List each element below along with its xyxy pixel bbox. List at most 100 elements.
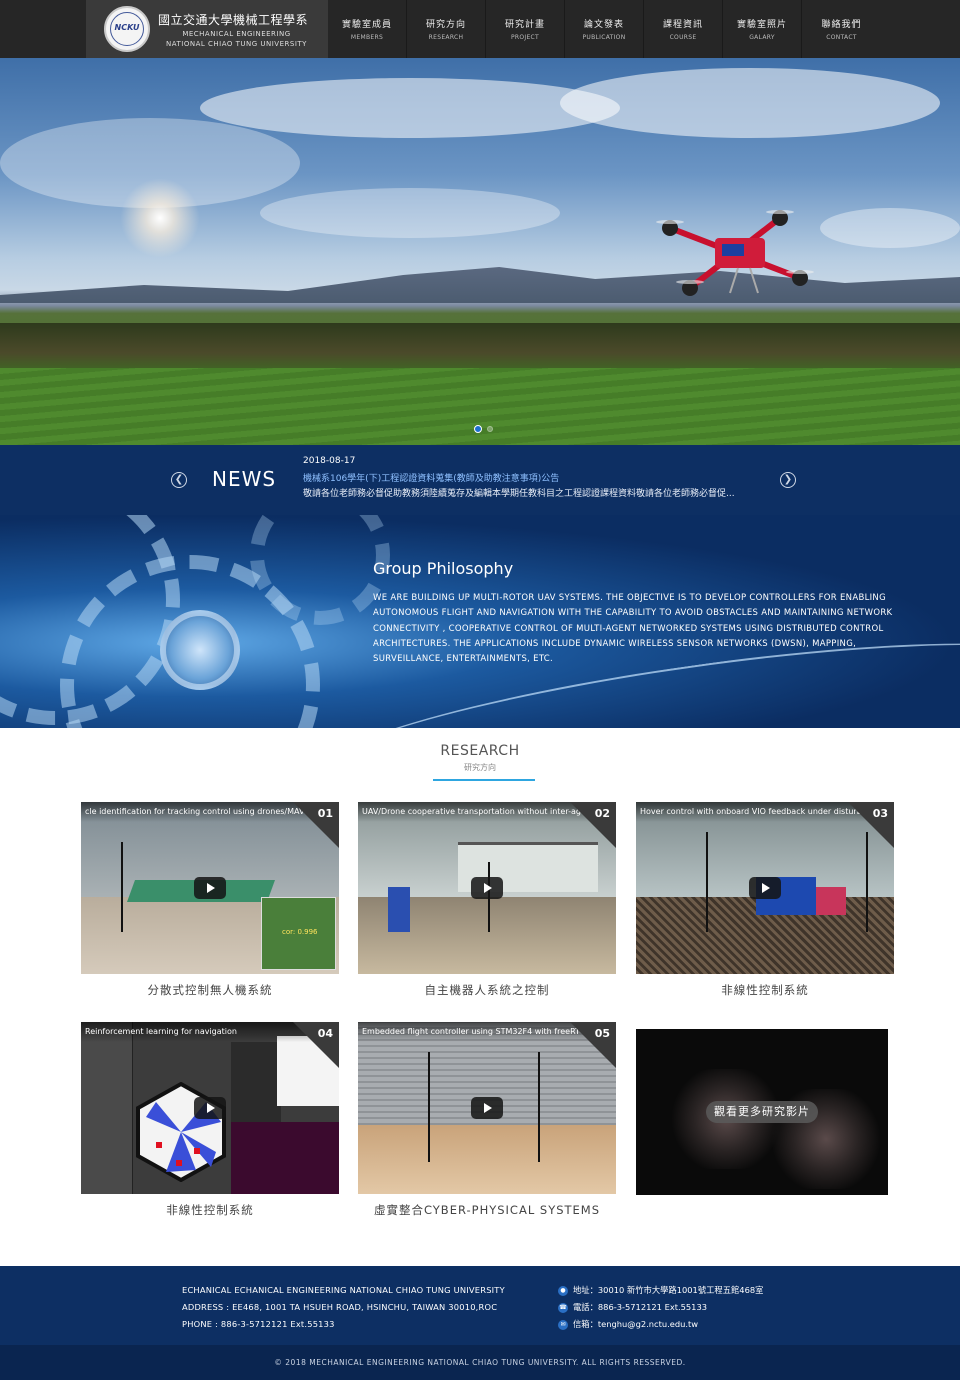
tripod (428, 1052, 430, 1162)
copyright: © 2018 MECHANICAL ENGINEERING NATIONAL C… (0, 1345, 960, 1380)
news-headline-link[interactable]: 機械系106學年(下)工程認證資料蒐集(教師及助教注意事項)公告 (303, 471, 559, 484)
chevron-right-icon[interactable]: ❯ (780, 472, 796, 488)
card-number: 05 (594, 1027, 610, 1040)
card-number: 04 (317, 1027, 333, 1040)
slider-dot-1[interactable] (474, 425, 482, 433)
footer: ECHANICAL ECHANICAL ENGINEERING NATIONAL… (0, 1266, 960, 1345)
card-number: 01 (317, 807, 333, 820)
gear-hub-icon (160, 610, 240, 690)
nav-label-cn: 實驗室成員 (341, 20, 392, 30)
footer-line: ECHANICAL ECHANICAL ENGINEERING NATIONAL… (182, 1285, 505, 1295)
nav-label-cn: 研究計畫 (504, 20, 545, 30)
more-videos-button[interactable]: 觀看更多研究影片 (706, 1101, 818, 1123)
phone-icon: ☎ (558, 1302, 568, 1313)
more-videos-card[interactable]: 觀看更多研究影片 (636, 1029, 888, 1195)
card-number: 02 (594, 807, 610, 820)
nav-label-en: GALARY (749, 34, 775, 41)
sidebar-panel (81, 1022, 133, 1194)
nav-label-en: CONTACT (826, 34, 857, 41)
card-number: 03 (872, 807, 888, 820)
video-thumbnail[interactable]: cor: 0.996 cle identification for tracki… (81, 802, 339, 974)
card-caption[interactable]: 非線性控制系統 (81, 1202, 339, 1218)
video-thumbnail[interactable]: UAV/Drone cooperative transportation wit… (358, 802, 616, 974)
research-subtitle: 研究方向 (464, 763, 496, 772)
sun-glow (120, 178, 200, 258)
nav-item-research[interactable]: 研究方向 RESEARCH (407, 0, 486, 58)
footer-email[interactable]: 信箱：tenghu@g2.nctu.edu.tw (573, 1316, 698, 1333)
nav-label-cn: 論文發表 (583, 20, 624, 30)
nav-label-en: PUBLICATION (582, 34, 626, 41)
cloud-shape (260, 188, 560, 238)
nav-item-course[interactable]: 課程資訊 COURSE (644, 0, 723, 58)
blue-block (388, 887, 410, 932)
card-caption[interactable]: 虛實整合CYBER-PHYSICAL SYSTEMS (358, 1202, 616, 1218)
card-caption[interactable]: 分散式控制無人機系統 (81, 982, 339, 998)
card-caption[interactable]: 非線性控制系統 (636, 982, 894, 998)
tripod (121, 842, 123, 932)
research-heading: RESEARCH 研究方向 (0, 743, 960, 773)
chevron-left-icon[interactable]: ❮ (171, 472, 187, 488)
green-field (0, 368, 960, 445)
red-block (816, 887, 846, 915)
cloud-shape (560, 68, 940, 138)
research-underline (433, 779, 535, 781)
nav-item-members[interactable]: 實驗室成員 MEMBERS (328, 0, 407, 58)
brand-name-en-line2: NATIONAL CHIAO TUNG UNIVERSITY (166, 40, 307, 48)
drone-image (656, 210, 814, 296)
play-icon[interactable] (194, 877, 226, 899)
main-nav: 實驗室成員 MEMBERS 研究方向 RESEARCH 研究計畫 PROJECT 論文… (328, 0, 881, 58)
nav-label-en: PROJECT (510, 34, 540, 41)
mail-icon: ✉ (558, 1319, 568, 1330)
footer-contact-row: ☎ 電話：886-3-5712121 Ext.55133 (558, 1299, 763, 1316)
footer-contact: ● 地址：30010 新竹市大學路1001號工程五館468室 ☎ 電話：886-… (558, 1282, 763, 1333)
play-icon[interactable] (471, 877, 503, 899)
logo-text: NCKU (114, 23, 140, 32)
footer-line: PHONE : 886-3-5712121 Ext.55133 (182, 1319, 335, 1329)
video-thumbnail[interactable]: Reinforcement learning for navigation 04 (81, 1022, 339, 1194)
cloud-shape (820, 208, 960, 248)
play-icon[interactable] (471, 1097, 503, 1119)
news-excerpt: 敬請各位老師務必督促助教務須陸續蒐存及編輯本學期任教科目之工程認證課程資料敬請各… (303, 489, 735, 499)
news-date: 2018-08-17 (303, 456, 356, 466)
nav-item-publication[interactable]: 論文發表 PUBLICATION (565, 0, 644, 58)
play-icon[interactable] (194, 1097, 226, 1119)
brand-block[interactable]: NCKU 國立交通大學機械工程學系 MECHANICAL ENGINEERING… (86, 0, 328, 58)
slider-dot-2[interactable] (487, 426, 493, 432)
tripod (706, 832, 708, 932)
nav-item-project[interactable]: 研究計畫 PROJECT (486, 0, 565, 58)
footer-contact-row: ✉ 信箱：tenghu@g2.nctu.edu.tw (558, 1316, 763, 1333)
terminal-window (231, 1122, 339, 1194)
wood-floor (358, 1125, 616, 1194)
video-thumbnail[interactable]: Embedded flight controller using STM32F4… (358, 1022, 616, 1194)
research-title: RESEARCH (440, 743, 520, 759)
nav-label-cn: 實驗室照片 (736, 20, 787, 30)
nav-label-cn: 聯絡我們 (821, 20, 862, 30)
cloud-shape (200, 78, 620, 138)
top-navbar: NCKU 國立交通大學機械工程學系 MECHANICAL ENGINEERING… (0, 0, 960, 58)
nav-item-galary[interactable]: 實驗室照片 GALARY (723, 0, 802, 58)
inset-video: cor: 0.996 (261, 897, 336, 970)
location-icon: ● (558, 1285, 568, 1296)
university-logo: NCKU (104, 6, 150, 52)
news-bar: ❮ NEWS 2018-08-17 機械系106學年(下)工程認證資料蒐集(教師… (0, 445, 960, 515)
hero-slider (0, 58, 960, 445)
nav-label-en: RESEARCH (428, 34, 464, 41)
slider-dots (474, 425, 493, 433)
nav-label-en: COURSE (669, 34, 697, 41)
video-thumbnail[interactable]: Hover control with onboard VIO feedback … (636, 802, 894, 974)
brand-name-cn: 國立交通大學機械工程學系 (158, 13, 309, 27)
footer-contact-row: ● 地址：30010 新竹市大學路1001號工程五館468室 (558, 1282, 763, 1299)
news-label: NEWS (212, 467, 277, 491)
play-icon[interactable] (749, 877, 781, 899)
brand-name-en-line1: MECHANICAL ENGINEERING (182, 30, 291, 38)
philosophy-section: Group Philosophy WE ARE BUILDING UP MULT… (0, 515, 960, 728)
philosophy-body: WE ARE BUILDING UP MULTI-ROTOR UAV SYSTE… (373, 593, 893, 665)
footer-address-en: ECHANICAL ECHANICAL ENGINEERING NATIONAL… (182, 1282, 505, 1333)
footer-address-cn: 地址：30010 新竹市大學路1001號工程五館468室 (573, 1285, 764, 1295)
card-caption[interactable]: 自主機器人系統之控制 (358, 982, 616, 998)
nav-item-contact[interactable]: 聯絡我們 CONTACT (802, 0, 881, 58)
philosophy-title: Group Philosophy (373, 559, 514, 578)
inset-overlay: cor: 0.996 (282, 928, 318, 936)
tripod (538, 1052, 540, 1162)
nav-label-en: MEMBERS (350, 34, 384, 41)
